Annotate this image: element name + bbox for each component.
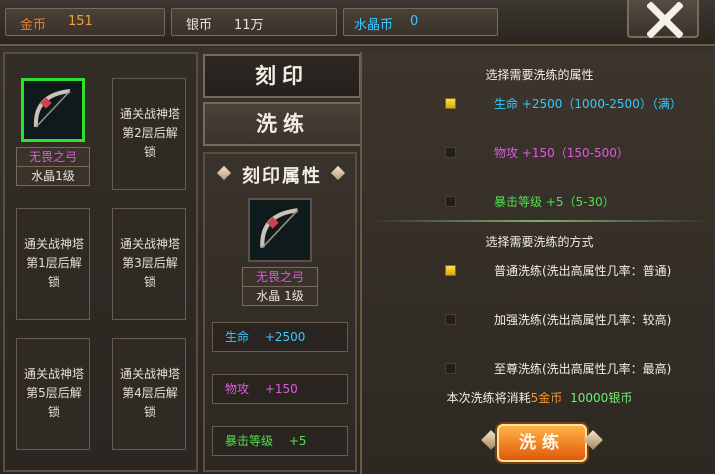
locked-slot[interactable]: 通关战神塔第1层后解锁 <box>16 208 90 320</box>
mode-checkbox-supreme[interactable] <box>445 363 456 374</box>
crystal-display: 水晶币 0 <box>343 8 498 36</box>
silver-display: 银币 11万 <box>171 8 337 36</box>
crystal-value: 0 <box>410 14 419 29</box>
top-bar: 金币 151 银币 11万 水晶币 0 <box>0 0 715 46</box>
refine-window: 金币 151 银币 11万 水晶币 0 无畏之弓 水晶1级 通关战神塔第2层后解… <box>0 0 715 474</box>
engrave-attributes-panel: 刻印属性 无畏之弓 水晶 1级 生命 +2500 物攻 +150 暴击等级 +5 <box>203 152 357 472</box>
mode-option-enhanced[interactable]: 加强洗练(洗出高属性几率：较高) <box>494 311 671 328</box>
cost-gold: 5金币 <box>530 391 563 405</box>
mode-section-title: 选择需要洗练的方式 <box>485 235 594 249</box>
unlock-hint: 通关战神塔第2层后解锁 <box>119 107 180 159</box>
stat-patk: 物攻 +150 <box>212 374 348 404</box>
bow-icon <box>260 208 299 249</box>
silver-label: 银币 <box>186 18 213 33</box>
mode-option-supreme[interactable]: 至尊洗练(洗出高属性几率：最高) <box>494 360 671 377</box>
attr-option-crit[interactable]: 暴击等级 +5（5-30） <box>494 193 615 210</box>
attr-option-hp[interactable]: 生命 +2500（1000-2500）（满） <box>494 95 682 112</box>
gold-label: 金币 <box>20 18 47 33</box>
mode-checkbox-enhanced[interactable] <box>445 314 456 325</box>
unlock-hint: 通关战神塔第3层后解锁 <box>119 237 180 289</box>
equipment-slots-panel: 无畏之弓 水晶1级 通关战神塔第2层后解锁 通关战神塔第1层后解锁 通关战神塔第… <box>3 52 198 472</box>
bow-icon <box>33 89 71 128</box>
stat-hp-value: +2500 <box>264 330 306 344</box>
tab-engrave[interactable]: 刻印 <box>203 54 361 98</box>
close-button[interactable] <box>627 0 699 38</box>
engrave-item-name: 无畏之弓 <box>242 267 318 287</box>
stat-patk-value: +150 <box>264 382 298 396</box>
unlock-hint: 通关战神塔第4层后解锁 <box>119 367 180 419</box>
bow-item-icon <box>21 78 85 142</box>
cost-silver: 10000银币 <box>570 391 633 405</box>
attr-option-patk[interactable]: 物攻 +150（150-500） <box>494 144 629 161</box>
locked-slot[interactable]: 通关战神塔第3层后解锁 <box>112 208 186 320</box>
silver-value: 11万 <box>234 18 264 33</box>
engrave-item-level: 水晶 1级 <box>242 286 318 306</box>
stat-crit: 暴击等级 +5 <box>212 426 348 456</box>
gold-value: 151 <box>68 14 93 29</box>
stat-hp-name: 生命 <box>225 330 250 344</box>
refine-options-panel: 选择需要洗练的属性 生命 +2500（1000-2500）（满） 物攻 +150… <box>360 52 715 474</box>
mode-option-normal[interactable]: 普通洗练(洗出高属性几率：普通) <box>494 262 671 279</box>
close-icon <box>647 2 683 38</box>
mode-checkbox-normal[interactable] <box>445 265 456 276</box>
equipped-slot[interactable]: 无畏之弓 水晶1级 <box>16 76 90 188</box>
crystal-label: 水晶币 <box>354 18 394 33</box>
cost-summary: 本次洗练将消耗5金币 10000银币 <box>362 389 715 406</box>
attr-section-title: 选择需要洗练的属性 <box>485 68 594 82</box>
locked-slot[interactable]: 通关战神塔第4层后解锁 <box>112 338 186 450</box>
engrave-item-icon <box>248 198 312 262</box>
attr-checkbox-crit[interactable] <box>445 196 456 207</box>
equipped-item-level: 水晶1级 <box>16 166 90 186</box>
gold-display: 金币 151 <box>5 8 165 36</box>
attr-checkbox-hp[interactable] <box>445 98 456 109</box>
locked-slot[interactable]: 通关战神塔第2层后解锁 <box>112 78 186 190</box>
attr-checkbox-patk[interactable] <box>445 147 456 158</box>
stat-crit-name: 暴击等级 <box>225 434 274 448</box>
unlock-hint: 通关战神塔第5层后解锁 <box>23 367 84 419</box>
stat-crit-value: +5 <box>288 434 307 448</box>
tab-refine[interactable]: 洗练 <box>203 102 361 146</box>
unlock-hint: 通关战神塔第1层后解锁 <box>23 237 84 289</box>
stat-hp: 生命 +2500 <box>212 322 348 352</box>
equipped-item-name: 无畏之弓 <box>16 147 90 167</box>
stat-patk-name: 物攻 <box>225 382 250 396</box>
locked-slot[interactable]: 通关战神塔第5层后解锁 <box>16 338 90 450</box>
cost-prefix: 本次洗练将消耗 <box>446 391 531 405</box>
refine-button[interactable]: 洗练 <box>497 424 587 462</box>
section-divider <box>368 220 711 222</box>
